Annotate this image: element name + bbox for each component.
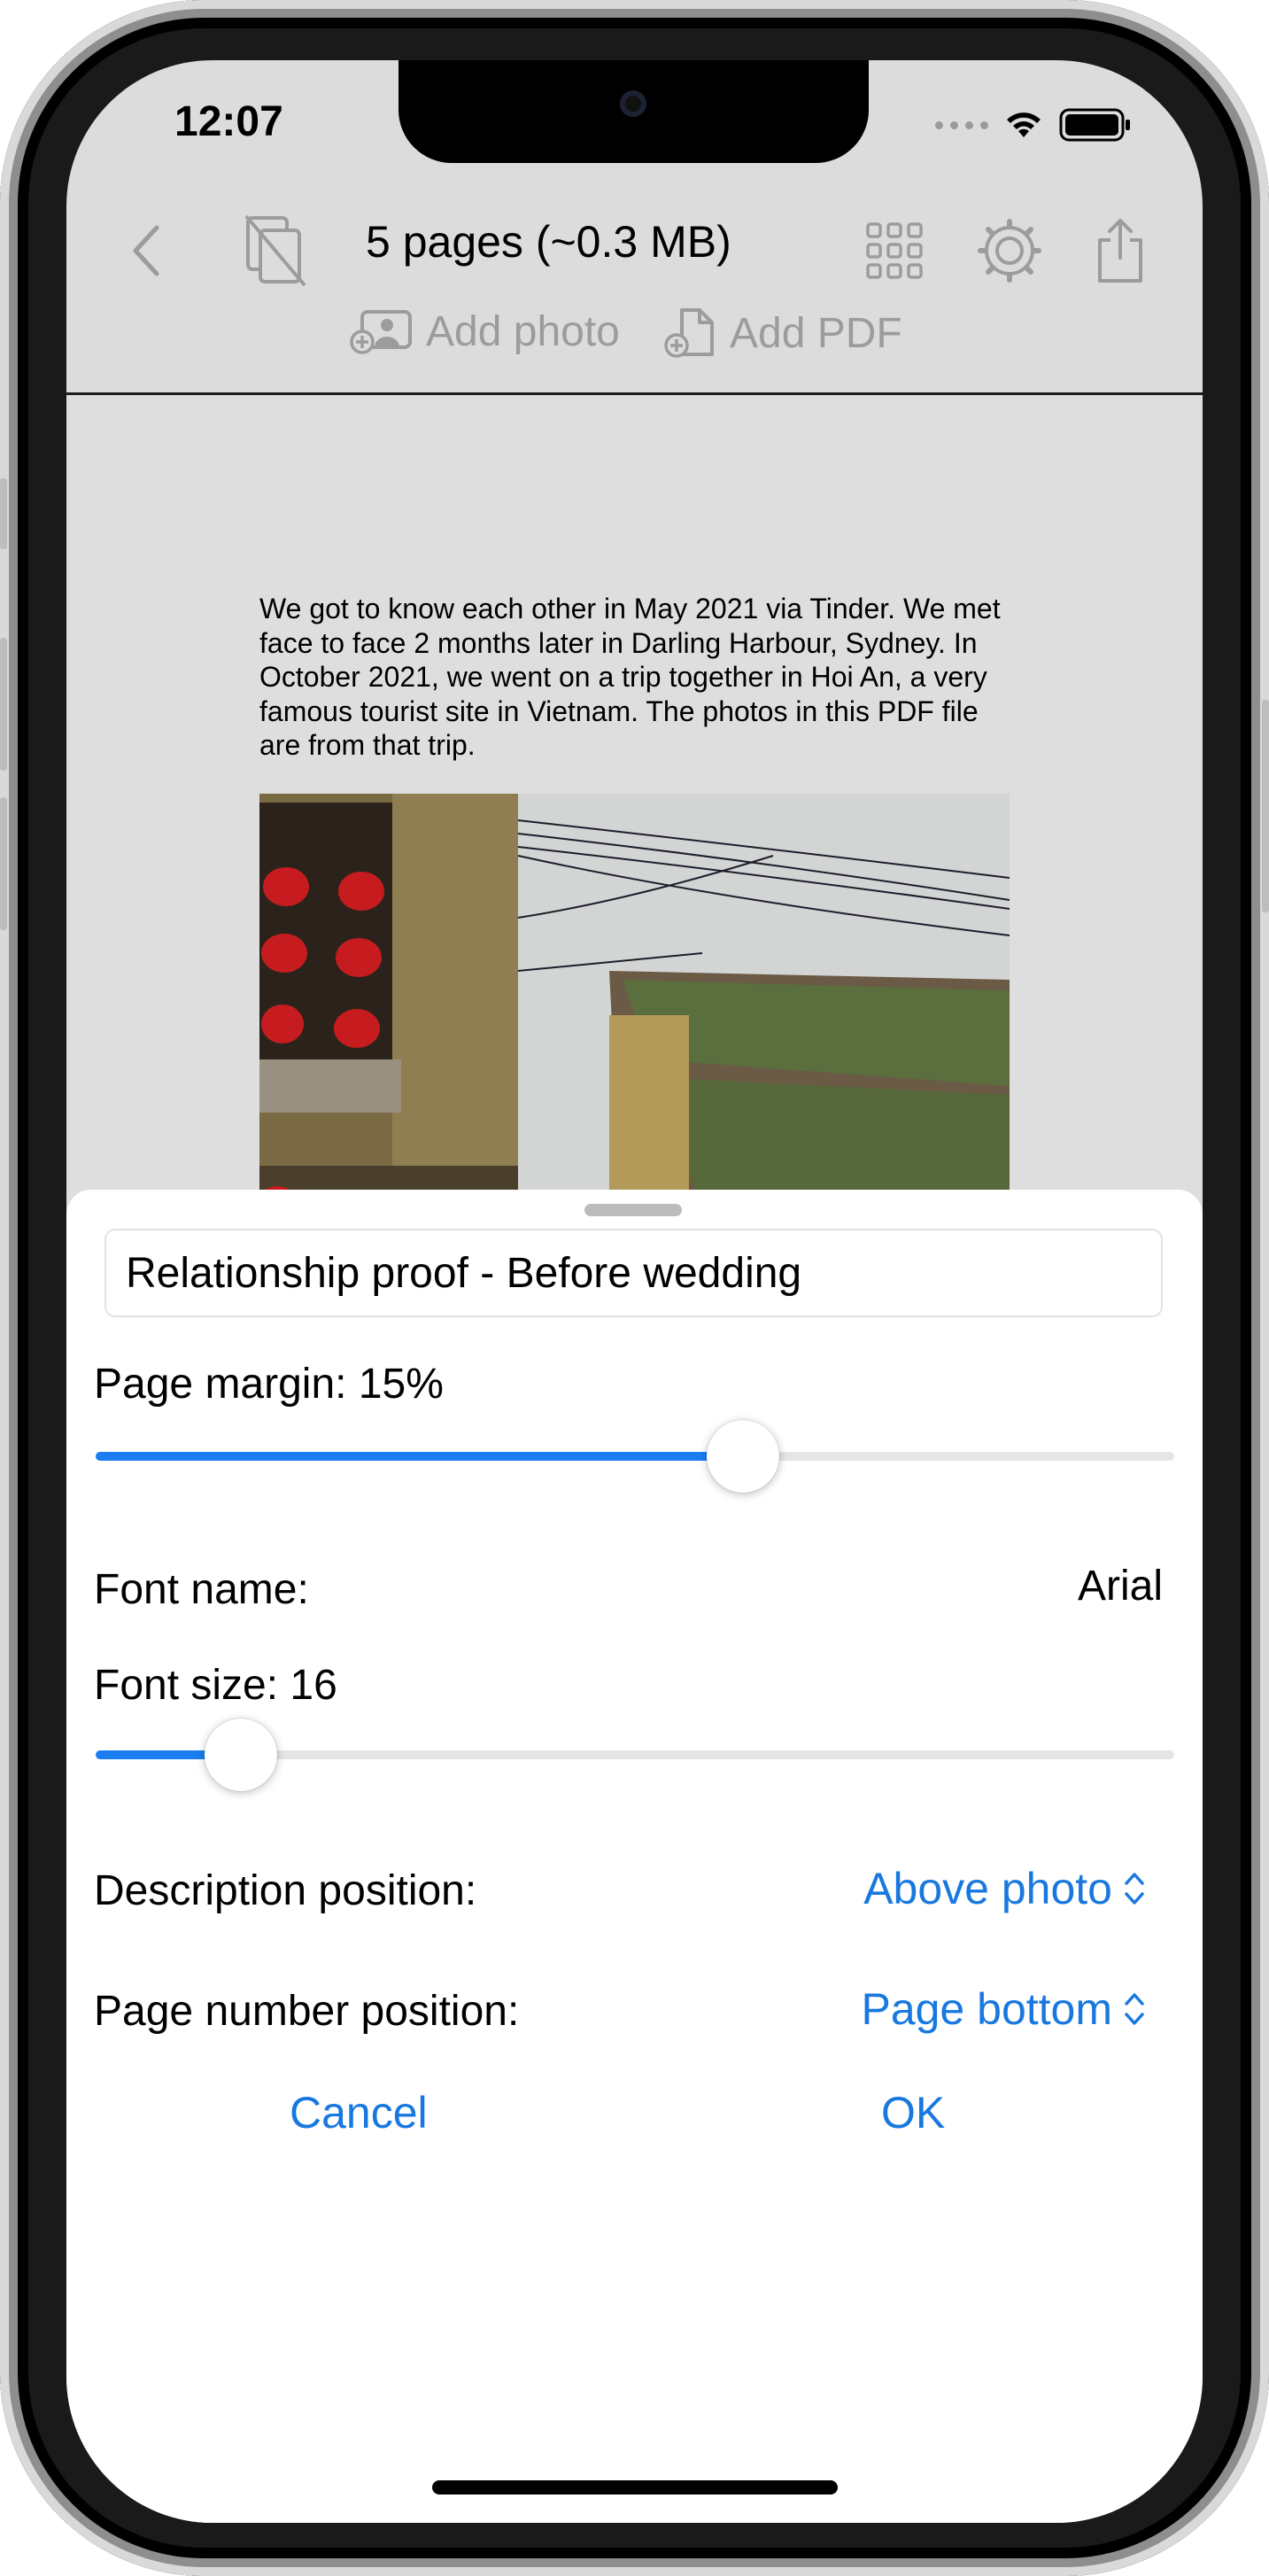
back-button[interactable] <box>115 202 177 299</box>
page-description: We got to know each other in May 2021 vi… <box>259 593 1001 761</box>
description-position-label: Description position: <box>94 1867 477 1914</box>
side-button <box>0 638 7 771</box>
document-preview[interactable]: We got to know each other in May 2021 vi… <box>66 395 1203 1281</box>
pages-button[interactable] <box>236 202 316 299</box>
add-photo-label: Add photo <box>426 307 620 355</box>
font-size-slider[interactable] <box>96 1719 1174 1791</box>
page-margin-slider[interactable] <box>96 1420 1174 1493</box>
settings-sheet: Relationship proof - Before wedding Page… <box>66 1190 1203 2523</box>
page-margin-slider-thumb[interactable] <box>706 1420 779 1493</box>
wifi-icon <box>1007 113 1041 137</box>
font-size-slider-thumb[interactable] <box>205 1719 278 1791</box>
screen: 12:07 5 pages (~0.3 MB) Add photo Add PD… <box>66 60 1203 2523</box>
share-button[interactable] <box>1080 202 1160 299</box>
add-pdf-label: Add PDF <box>730 309 902 357</box>
settings-button[interactable] <box>970 202 1049 299</box>
document-title-input[interactable]: Relationship proof - Before wedding <box>104 1229 1163 1317</box>
cancel-button[interactable]: Cancel <box>290 2087 428 2138</box>
add-pdf-icon <box>664 308 714 358</box>
add-pdf-button[interactable]: Add PDF <box>664 306 902 360</box>
page-number-position-picker[interactable]: Page bottom <box>861 1983 1146 2035</box>
sheet-grabber[interactable] <box>584 1204 682 1216</box>
signal-icon <box>935 120 988 129</box>
battery-icon <box>1059 108 1130 142</box>
side-button <box>0 797 7 930</box>
page-number-position-value: Page bottom <box>861 1984 1112 2034</box>
up-down-chevron-icon <box>1125 1873 1144 1905</box>
page-number-position-label: Page number position: <box>94 1988 520 2035</box>
grid-icon <box>866 222 923 279</box>
up-down-chevron-icon <box>1125 1993 1144 2025</box>
page-photo <box>259 794 1010 1250</box>
gear-icon <box>978 219 1041 283</box>
cancel-label: Cancel <box>290 2088 428 2138</box>
add-photo-button[interactable]: Add photo <box>350 306 620 356</box>
side-button <box>1262 700 1269 912</box>
description-position-value: Above photo <box>863 1864 1112 1913</box>
font-name-value[interactable]: Arial <box>1078 1562 1163 1610</box>
add-row: Add photo Add PDF <box>66 306 1203 377</box>
description-position-picker[interactable]: Above photo <box>863 1863 1146 1914</box>
page-margin-label: Page margin: 15% <box>94 1361 444 1408</box>
camera-icon <box>620 90 646 117</box>
document-title-value: Relationship proof - Before wedding <box>126 1249 802 1297</box>
grid-button[interactable] <box>855 202 934 299</box>
add-photo-icon <box>350 310 412 354</box>
pages-icon <box>244 214 306 287</box>
document-title: 5 pages (~0.3 MB) <box>366 217 731 267</box>
status-time: 12:07 <box>174 98 283 145</box>
ok-button[interactable]: OK <box>881 2087 945 2138</box>
notch <box>398 60 869 163</box>
side-button <box>0 478 7 549</box>
share-icon <box>1098 219 1142 283</box>
page-margin-slider-fill <box>96 1452 743 1461</box>
font-name-label: Font name: <box>94 1566 309 1613</box>
home-indicator[interactable] <box>432 2480 838 2495</box>
status-icons <box>935 108 1132 142</box>
ok-label: OK <box>881 2088 946 2138</box>
back-chevron-icon <box>133 225 159 276</box>
font-size-label: Font size: 16 <box>94 1662 337 1709</box>
